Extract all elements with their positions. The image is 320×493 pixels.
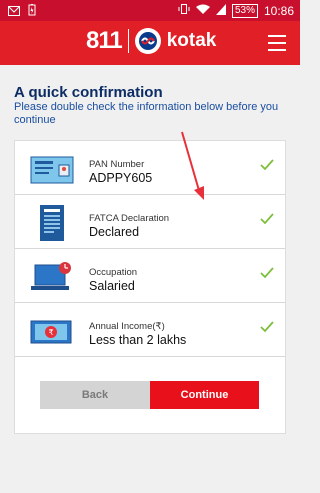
back-button[interactable]: Back — [40, 381, 150, 409]
kotak-logo-icon — [134, 28, 161, 54]
brand-divider — [127, 29, 129, 53]
page-title: A quick confirmation — [14, 84, 163, 101]
info-row-pan: PAN Number ADPPY605 — [15, 141, 285, 195]
status-bar: 53% 10:86 — [0, 0, 300, 21]
check-icon — [260, 266, 274, 280]
battery-charging-icon — [28, 3, 36, 21]
field-label: PAN Number — [89, 159, 145, 170]
rupee-note-icon: ₹ — [29, 313, 75, 349]
field-label: FATCA Declaration — [89, 213, 170, 224]
battery-percentage: 53% — [231, 3, 258, 18]
brand-number: 811 — [86, 27, 123, 54]
clock: 10:86 — [263, 3, 294, 18]
check-icon — [260, 212, 274, 226]
field-value: Less than 2 lakhs — [89, 333, 187, 347]
brand-logo: 811 kotak — [86, 27, 216, 55]
brand-name: kotak — [166, 30, 217, 51]
wifi-icon — [195, 4, 210, 18]
app-header: 811 kotak — [0, 21, 300, 65]
field-value: Declared — [89, 225, 140, 239]
hamburger-menu-icon[interactable] — [268, 35, 286, 56]
page-subtitle: Please double check the information belo… — [14, 101, 279, 126]
svg-text:₹: ₹ — [48, 328, 53, 337]
notification-icon — [8, 3, 20, 21]
info-row-occupation: Occupation Salaried — [15, 249, 285, 303]
document-icon — [29, 205, 75, 241]
continue-button[interactable]: Continue — [150, 381, 259, 409]
field-label: Occupation — [89, 267, 138, 278]
info-row-fatca: FATCA Declaration Declared — [15, 195, 285, 249]
annotation-arrow-icon — [181, 131, 204, 200]
signal-icon — [215, 3, 226, 18]
field-value: ADPPY605 — [89, 171, 153, 185]
check-icon — [260, 158, 274, 172]
field-value: Salaried — [89, 279, 135, 293]
pan-card-icon — [29, 151, 75, 187]
info-row-annual-income: ₹ Annual Income(₹) Less than 2 lakhs — [15, 303, 285, 357]
vibrate-icon — [178, 3, 190, 18]
laptop-icon — [29, 259, 75, 295]
field-label: Annual Income(₹) — [89, 321, 165, 332]
check-icon — [260, 320, 274, 334]
